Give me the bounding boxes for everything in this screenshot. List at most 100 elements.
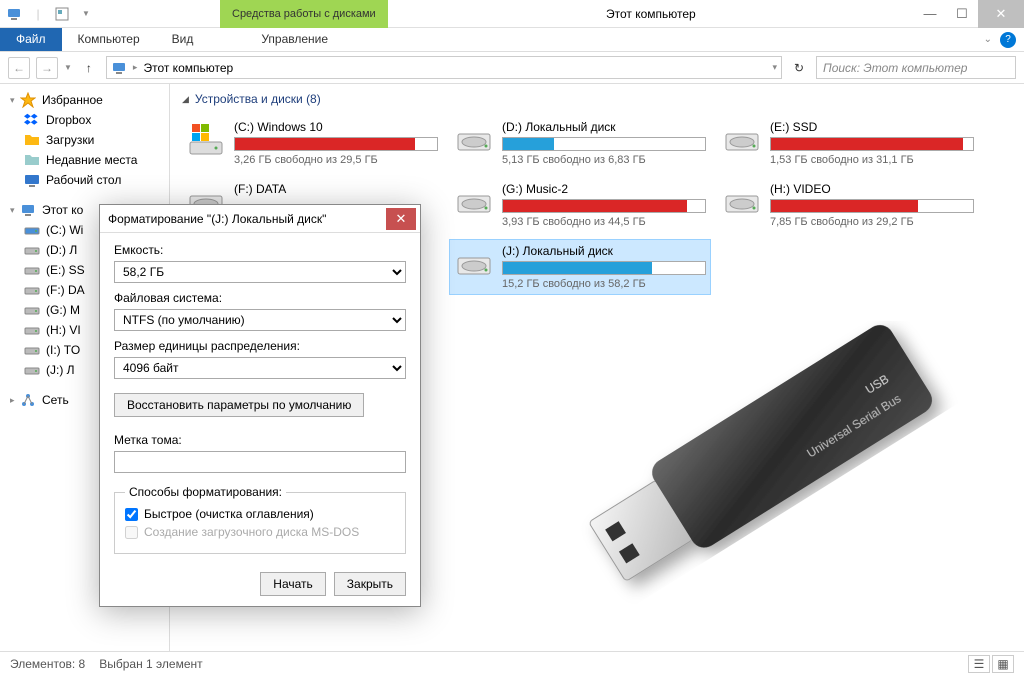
section-header[interactable]: ◢ Устройства и диски (8) (182, 92, 1012, 106)
window-title: Этот компьютер (388, 7, 914, 21)
drive-item[interactable]: (D:) Локальный диск 5,13 ГБ свободно из … (450, 116, 710, 170)
search-input[interactable]: Поиск: Этот компьютер (816, 56, 1016, 79)
filesystem-select[interactable]: NTFS (по умолчанию) (114, 309, 406, 331)
drive-item[interactable]: (H:) VIDEO 7,85 ГБ свободно из 29,2 ГБ (718, 178, 978, 232)
sidebar-label: (I:) TO (46, 343, 80, 357)
status-item-count: Элементов: 8 (10, 657, 85, 671)
dropbox-icon (24, 112, 40, 128)
capacity-bar (234, 137, 438, 151)
network-icon (20, 392, 36, 408)
msdos-label: Создание загрузочного диска MS-DOS (144, 525, 359, 539)
capacity-bar (502, 137, 706, 151)
drive-item[interactable]: (C:) Windows 10 3,26 ГБ свободно из 29,5… (182, 116, 442, 170)
tab-manage[interactable]: Управление (245, 28, 344, 51)
capacity-bar (770, 137, 974, 151)
sidebar-label: (D:) Л (46, 243, 77, 257)
svg-text:Universal Serial Bus: Universal Serial Bus (804, 391, 903, 460)
status-bar: Элементов: 8 Выбран 1 элемент ☰ ▦ (0, 651, 1024, 675)
sidebar-label: (J:) Л (46, 363, 75, 377)
folder-icon (24, 132, 40, 148)
help-icon[interactable]: ? (1000, 32, 1016, 48)
sidebar-item-downloads[interactable]: Загрузки (0, 130, 169, 150)
refresh-button[interactable]: ↻ (788, 57, 810, 79)
sidebar-item-recent[interactable]: Недавние места (0, 150, 169, 170)
ribbon-tabs: Файл Компьютер Вид Управление ⌄ ? (0, 28, 1024, 52)
view-details-button[interactable]: ☰ (968, 655, 990, 673)
sidebar-label: (E:) SS (46, 263, 85, 277)
sidebar-label: Недавние места (46, 153, 137, 167)
usb-stick-image: USB Universal Serial Bus (514, 321, 994, 611)
close-button[interactable]: ✕ (978, 0, 1024, 28)
allocation-select[interactable]: 4096 байт (114, 357, 406, 379)
address-dropdown-icon[interactable]: ▾ (772, 62, 777, 73)
drive-icon (454, 120, 494, 160)
sidebar-label: Рабочий стол (46, 173, 121, 187)
close-dialog-button[interactable]: Закрыть (334, 572, 406, 596)
msdos-row: Создание загрузочного диска MS-DOS (125, 525, 395, 539)
drive-status: 1,53 ГБ свободно из 31,1 ГБ (770, 154, 974, 166)
computer-icon (111, 60, 127, 76)
breadcrumb[interactable]: Этот компьютер (143, 61, 233, 75)
restore-defaults-button[interactable]: Восстановить параметры по умолчанию (114, 393, 364, 417)
drive-icon (722, 120, 762, 160)
ribbon-collapse-icon[interactable]: ⌄ (984, 34, 992, 45)
dialog-close-button[interactable]: ✕ (386, 208, 416, 230)
tab-file[interactable]: Файл (0, 28, 62, 51)
sidebar-label: Сеть (42, 393, 69, 407)
nav-back-button[interactable]: ← (8, 57, 30, 79)
desktop-icon (24, 172, 40, 188)
drive-icon (24, 282, 40, 298)
quick-format-row[interactable]: Быстрое (очистка оглавления) (125, 507, 395, 521)
nav-recent-dropdown[interactable]: ▼ (64, 63, 72, 72)
dialog-titlebar[interactable]: Форматирование "(J:) Локальный диск" ✕ (100, 205, 420, 233)
title-bar: | ▼ Средства работы с дисками Этот компь… (0, 0, 1024, 28)
svg-text:USB: USB (863, 372, 891, 397)
tab-computer[interactable]: Компьютер (62, 28, 156, 51)
sidebar-label: (C:) Wi (46, 223, 83, 237)
dialog-title: Форматирование "(J:) Локальный диск" (108, 212, 386, 226)
start-button[interactable]: Начать (260, 572, 326, 596)
maximize-button[interactable]: ☐ (946, 0, 978, 28)
quick-format-label: Быстрое (очистка оглавления) (144, 507, 314, 521)
sidebar-item-desktop[interactable]: Рабочий стол (0, 170, 169, 190)
format-dialog: Форматирование "(J:) Локальный диск" ✕ Е… (99, 204, 421, 607)
sidebar-favorites[interactable]: ▾ Избранное (0, 90, 169, 110)
drive-icon (24, 302, 40, 318)
capacity-bar (502, 261, 706, 275)
volume-label-input[interactable] (114, 451, 406, 473)
sidebar-label: Избранное (42, 93, 103, 107)
drive-status: 7,85 ГБ свободно из 29,2 ГБ (770, 216, 974, 228)
window-controls: — ☐ ✕ (914, 0, 1024, 28)
msdos-checkbox (125, 526, 138, 539)
qat-dropdown-icon[interactable]: ▼ (78, 6, 94, 22)
ribbon-context-tab[interactable]: Средства работы с дисками (220, 0, 388, 28)
status-selection: Выбран 1 элемент (99, 657, 202, 671)
properties-icon[interactable] (54, 6, 70, 22)
capacity-select[interactable]: 58,2 ГБ (114, 261, 406, 283)
format-options-group: Способы форматирования: Быстрое (очистка… (114, 485, 406, 554)
drive-status: 15,2 ГБ свободно из 58,2 ГБ (502, 278, 706, 290)
nav-up-button[interactable]: ↑ (78, 57, 100, 79)
collapse-icon: ◢ (182, 94, 189, 105)
section-label: Устройства и диски (8) (195, 92, 321, 106)
address-bar[interactable]: ▸ Этот компьютер ▾ (106, 56, 782, 79)
drive-item[interactable]: (J:) Локальный диск 15,2 ГБ свободно из … (450, 240, 710, 294)
drive-icon (24, 322, 40, 338)
view-tiles-button[interactable]: ▦ (992, 655, 1014, 673)
sidebar-label: Dropbox (46, 113, 91, 127)
breadcrumb-arrow-icon: ▸ (133, 62, 138, 73)
drive-status: 3,26 ГБ свободно из 29,5 ГБ (234, 154, 438, 166)
drive-icon (24, 222, 40, 238)
quick-format-checkbox[interactable] (125, 508, 138, 521)
nav-forward-button[interactable]: → (36, 57, 58, 79)
drive-item[interactable]: (G:) Music-2 3,93 ГБ свободно из 44,5 ГБ (450, 178, 710, 232)
qat-divider: | (30, 6, 46, 22)
drive-icon (454, 244, 494, 284)
tab-view[interactable]: Вид (156, 28, 210, 51)
quick-access-toolbar: | ▼ (0, 6, 100, 22)
drive-item[interactable]: (E:) SSD 1,53 ГБ свободно из 31,1 ГБ (718, 116, 978, 170)
minimize-button[interactable]: — (914, 0, 946, 28)
sidebar-item-dropbox[interactable]: Dropbox (0, 110, 169, 130)
drive-status: 3,93 ГБ свободно из 44,5 ГБ (502, 216, 706, 228)
sidebar-label: (G:) M (46, 303, 80, 317)
